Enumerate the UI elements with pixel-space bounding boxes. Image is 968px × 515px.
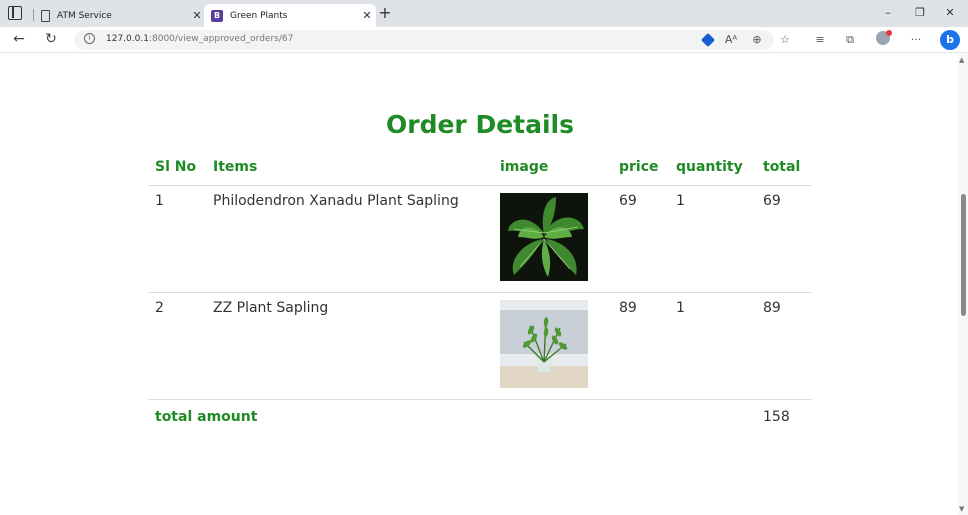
sl-no-cell: 2 xyxy=(148,292,206,400)
zz-plant-image xyxy=(500,299,588,388)
price-cell: 89 xyxy=(612,292,669,400)
column-header: Sl No xyxy=(148,150,206,186)
tab-label: ATM Service xyxy=(57,10,112,21)
column-header: Items xyxy=(206,150,493,186)
address-bar-row: ← ↻ i 127.0.0.1:8000/view_approved_order… xyxy=(0,27,968,53)
vertical-scrollbar[interactable]: ▲ ▼ xyxy=(958,54,968,515)
window-close-icon[interactable]: ✕ xyxy=(940,6,960,19)
total-row: total amount 158 xyxy=(148,399,812,434)
table-row: 1 Philodendron Xanadu Plant Sapling 69 1… xyxy=(148,185,812,293)
price-cell: 69 xyxy=(612,185,669,293)
item-cell: ZZ Plant Sapling xyxy=(206,292,493,400)
tab-green-plants[interactable]: B Green Plants ✕ xyxy=(204,4,376,27)
total-amount-value: 158 xyxy=(763,408,790,425)
bootstrap-icon: B xyxy=(211,9,223,22)
favorite-icon[interactable]: ☆ xyxy=(777,32,793,48)
copilot-icon[interactable]: b xyxy=(940,30,960,50)
address-field[interactable]: i 127.0.0.1:8000/view_approved_orders/67 xyxy=(74,30,774,50)
minimize-icon[interactable]: – xyxy=(878,6,898,19)
restore-icon[interactable]: ❐ xyxy=(910,6,930,19)
column-header: total xyxy=(756,150,812,186)
info-icon[interactable]: i xyxy=(84,33,95,44)
total-cell: 69 xyxy=(756,185,812,293)
zoom-icon[interactable]: ⊕ xyxy=(749,32,765,48)
scroll-down-icon[interactable]: ▼ xyxy=(959,505,964,513)
quantity-cell: 1 xyxy=(669,292,756,400)
profile-avatar[interactable] xyxy=(876,30,892,45)
image-cell xyxy=(493,185,612,293)
new-tab-icon[interactable]: + xyxy=(376,3,394,22)
more-icon[interactable]: ··· xyxy=(908,32,924,48)
total-amount-label: total amount xyxy=(155,408,258,425)
page-content: Order Details Sl No Items image price qu… xyxy=(0,54,958,515)
close-icon[interactable]: ✕ xyxy=(358,9,376,22)
table-header-row: Sl No Items image price quantity total xyxy=(148,150,812,186)
item-cell: Philodendron Xanadu Plant Sapling xyxy=(206,185,493,293)
image-cell xyxy=(493,292,612,400)
sl-no-cell: 1 xyxy=(148,185,206,293)
tab-label: Green Plants xyxy=(230,10,288,21)
tab-atm-service[interactable]: ATM Service ✕ xyxy=(34,4,206,27)
philodendron-plant-image xyxy=(500,192,588,281)
quantity-cell: 1 xyxy=(669,185,756,293)
scrollbar-thumb[interactable] xyxy=(961,194,966,316)
collections-icon[interactable]: ⧉ xyxy=(842,32,858,48)
table-row: 2 ZZ Plant Sapling 89 1 89 xyxy=(148,292,812,400)
favorites-list-icon[interactable]: ≡ xyxy=(812,32,828,48)
back-icon[interactable]: ← xyxy=(10,31,28,47)
total-cell: 89 xyxy=(756,292,812,400)
page-title: Order Details xyxy=(385,110,574,139)
column-header: image xyxy=(493,150,612,186)
workspaces-icon[interactable] xyxy=(8,6,22,20)
column-header: price xyxy=(612,150,669,186)
tab-bar: ATM Service ✕ B Green Plants ✕ + – ❐ ✕ xyxy=(0,0,968,27)
scroll-up-icon[interactable]: ▲ xyxy=(959,56,964,64)
document-icon xyxy=(41,9,50,22)
refresh-icon[interactable]: ↻ xyxy=(42,31,60,47)
order-table: Sl No Items image price quantity total 1… xyxy=(148,150,812,434)
url-text: 127.0.0.1:8000/view_approved_orders/67 xyxy=(106,34,294,44)
column-header: quantity xyxy=(669,150,756,186)
read-aloud-icon[interactable]: Aᴬ xyxy=(723,32,739,48)
